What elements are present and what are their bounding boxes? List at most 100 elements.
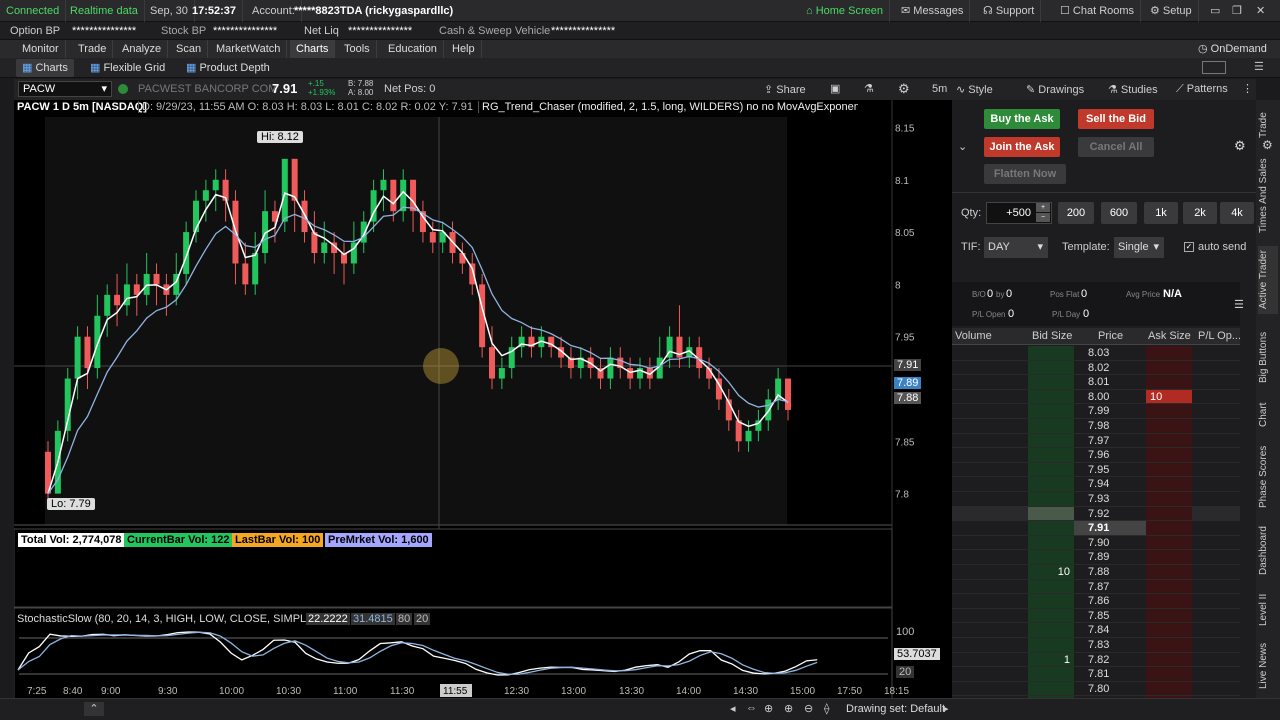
sidebar-tab-chart[interactable]: Chart xyxy=(1258,398,1278,432)
ladder-row[interactable]: 8.01 xyxy=(952,375,1240,390)
ask-size-cell[interactable] xyxy=(1146,594,1192,608)
tab-charts[interactable]: Charts xyxy=(290,40,336,58)
tif-select[interactable]: DAY ▾ xyxy=(984,237,1048,258)
ask-size-cell[interactable] xyxy=(1146,492,1192,506)
zoom-in-icon[interactable]: ⊕ xyxy=(784,702,793,715)
ask-size-cell[interactable] xyxy=(1146,419,1192,433)
bid-size-cell[interactable]: 10 xyxy=(1028,565,1074,579)
ladder-row[interactable]: 7.96 xyxy=(952,448,1240,463)
bid-size-cell[interactable] xyxy=(1028,360,1074,375)
bid-size-cell[interactable] xyxy=(1028,477,1074,491)
bid-size-cell[interactable] xyxy=(1028,623,1074,637)
price-cell[interactable]: 7.84 xyxy=(1074,623,1146,637)
price-cell[interactable]: 8.00 xyxy=(1074,389,1146,404)
tab-education[interactable]: Education xyxy=(382,40,444,58)
tab-monitor[interactable]: Monitor xyxy=(16,40,66,58)
ondemand-button[interactable]: ◷ OnDemand xyxy=(1192,40,1273,58)
buy-ask-button[interactable]: Buy the Ask xyxy=(984,109,1060,129)
flask-icon[interactable]: ⚗ xyxy=(864,82,874,95)
screenshot-icon[interactable]: ▣ xyxy=(830,82,840,95)
sell-bid-button[interactable]: Sell the Bid xyxy=(1078,109,1154,129)
scroll-left-icon[interactable]: ◂ xyxy=(730,702,736,715)
ladder-row[interactable]: 1 7.82 xyxy=(952,652,1240,668)
share-button[interactable]: ⇪ Share xyxy=(764,83,806,96)
qty-up-button[interactable]: + xyxy=(1036,203,1050,212)
qty-preset-600[interactable]: 600 xyxy=(1101,202,1137,224)
price-cell[interactable]: 7.89 xyxy=(1074,550,1146,564)
price-cell[interactable]: 7.93 xyxy=(1074,492,1146,506)
bid-size-cell[interactable] xyxy=(1028,462,1074,477)
ladder-row[interactable]: 8.03 xyxy=(952,346,1240,361)
bid-size-cell[interactable] xyxy=(1028,375,1074,389)
ask-size-cell[interactable] xyxy=(1146,404,1192,418)
header-price[interactable]: Price xyxy=(1098,330,1123,342)
ladder-row[interactable]: 7.97 xyxy=(952,433,1240,449)
auto-send-checkbox[interactable]: ✓ xyxy=(1184,242,1194,252)
bid-size-cell[interactable] xyxy=(1028,579,1074,594)
ask-size-cell[interactable] xyxy=(1146,638,1192,652)
drawing-set-icon[interactable]: ⟠ xyxy=(824,702,829,715)
ask-size-cell[interactable] xyxy=(1146,433,1192,448)
ask-size-cell[interactable] xyxy=(1146,462,1192,477)
symbol-select[interactable]: PACW ▾ xyxy=(18,81,112,97)
header-volume[interactable]: Volume xyxy=(955,330,992,342)
ladder-row[interactable]: 7.87 xyxy=(952,579,1240,595)
bid-size-cell[interactable] xyxy=(1028,346,1074,360)
price-cell[interactable]: 7.94 xyxy=(1074,477,1146,491)
bid-size-cell[interactable]: 1 xyxy=(1028,652,1074,667)
subtab-charts[interactable]: ▦ Charts xyxy=(16,59,74,77)
support-button[interactable]: ☊ Support xyxy=(977,0,1042,22)
bid-size-cell[interactable] xyxy=(1028,667,1074,681)
ask-size-cell[interactable] xyxy=(1146,579,1192,594)
account-value[interactable]: *****8823TDA (rickygaspardllc) xyxy=(288,0,459,22)
bid-size-cell[interactable] xyxy=(1028,608,1074,623)
chat-rooms-button[interactable]: ☐ Chat Rooms xyxy=(1054,0,1142,22)
bid-size-cell[interactable] xyxy=(1028,535,1074,550)
bid-size-cell[interactable] xyxy=(1028,506,1074,521)
ask-size-cell[interactable] xyxy=(1146,565,1192,579)
qty-preset-200[interactable]: 200 xyxy=(1058,202,1094,224)
ladder-row[interactable]: 7.98 xyxy=(952,419,1240,434)
bid-size-cell[interactable] xyxy=(1028,638,1074,652)
template-select[interactable]: Single ▾ xyxy=(1114,237,1164,258)
timeframe-button[interactable]: 5m xyxy=(932,83,947,95)
zoom-out-icon[interactable]: ⊖ xyxy=(804,702,813,715)
collapse-up-icon[interactable]: ⌃ xyxy=(84,702,104,716)
ladder-row[interactable]: 7.81 xyxy=(952,667,1240,682)
order-settings-icon[interactable]: ⚙ xyxy=(1234,138,1246,154)
drawings-button[interactable]: ✎ Drawings xyxy=(1026,83,1084,96)
ladder-row[interactable]: 7.92 xyxy=(952,506,1240,522)
bid-size-cell[interactable] xyxy=(1028,433,1074,448)
tab-tools[interactable]: Tools xyxy=(338,40,377,58)
ladder-row[interactable]: 7.86 xyxy=(952,594,1240,609)
setup-button[interactable]: ⚙ Setup xyxy=(1144,0,1199,22)
collapse-chevron-icon[interactable]: ⌄ xyxy=(958,140,967,153)
header-bid-size[interactable]: Bid Size xyxy=(1032,330,1072,342)
price-cell[interactable]: 7.91 xyxy=(1074,521,1146,535)
price-cell[interactable]: 7.88 xyxy=(1074,565,1146,579)
ladder-row[interactable]: 7.95 xyxy=(952,462,1240,478)
price-ladder[interactable]: Volume Bid Size Price Ask Size P/L Op...… xyxy=(952,328,1241,711)
patterns-button[interactable]: ⟋ Patterns xyxy=(1176,83,1228,96)
qty-preset-2k[interactable]: 2k xyxy=(1183,202,1217,224)
qty-down-button[interactable]: − xyxy=(1036,213,1050,222)
list-menu-icon[interactable]: ☰ xyxy=(1234,298,1244,311)
ladder-row[interactable]: 7.83 xyxy=(952,638,1240,653)
studies-button[interactable]: ⚗ Studies xyxy=(1108,83,1158,96)
style-button[interactable]: ∿ Style xyxy=(956,83,993,96)
price-cell[interactable]: 7.86 xyxy=(1074,594,1146,608)
menu-icon[interactable]: ☰ xyxy=(1254,60,1264,73)
ladder-row[interactable]: 7.84 xyxy=(952,623,1240,638)
drawing-set-label[interactable]: Drawing set: Default xyxy=(846,703,945,715)
price-cell[interactable]: 7.90 xyxy=(1074,535,1146,550)
price-cell[interactable]: 7.92 xyxy=(1074,506,1146,521)
tab-help[interactable]: Help xyxy=(446,40,482,58)
price-cell[interactable]: 7.99 xyxy=(1074,404,1146,418)
overflow-icon[interactable]: ⋮ xyxy=(1242,82,1253,95)
ask-size-cell[interactable] xyxy=(1146,448,1192,462)
ask-size-cell[interactable] xyxy=(1146,667,1192,681)
flatten-button[interactable]: Flatten Now xyxy=(984,164,1066,184)
bid-size-cell[interactable] xyxy=(1028,594,1074,608)
qty-preset-1k[interactable]: 1k xyxy=(1144,202,1178,224)
ask-size-cell[interactable] xyxy=(1146,521,1192,535)
